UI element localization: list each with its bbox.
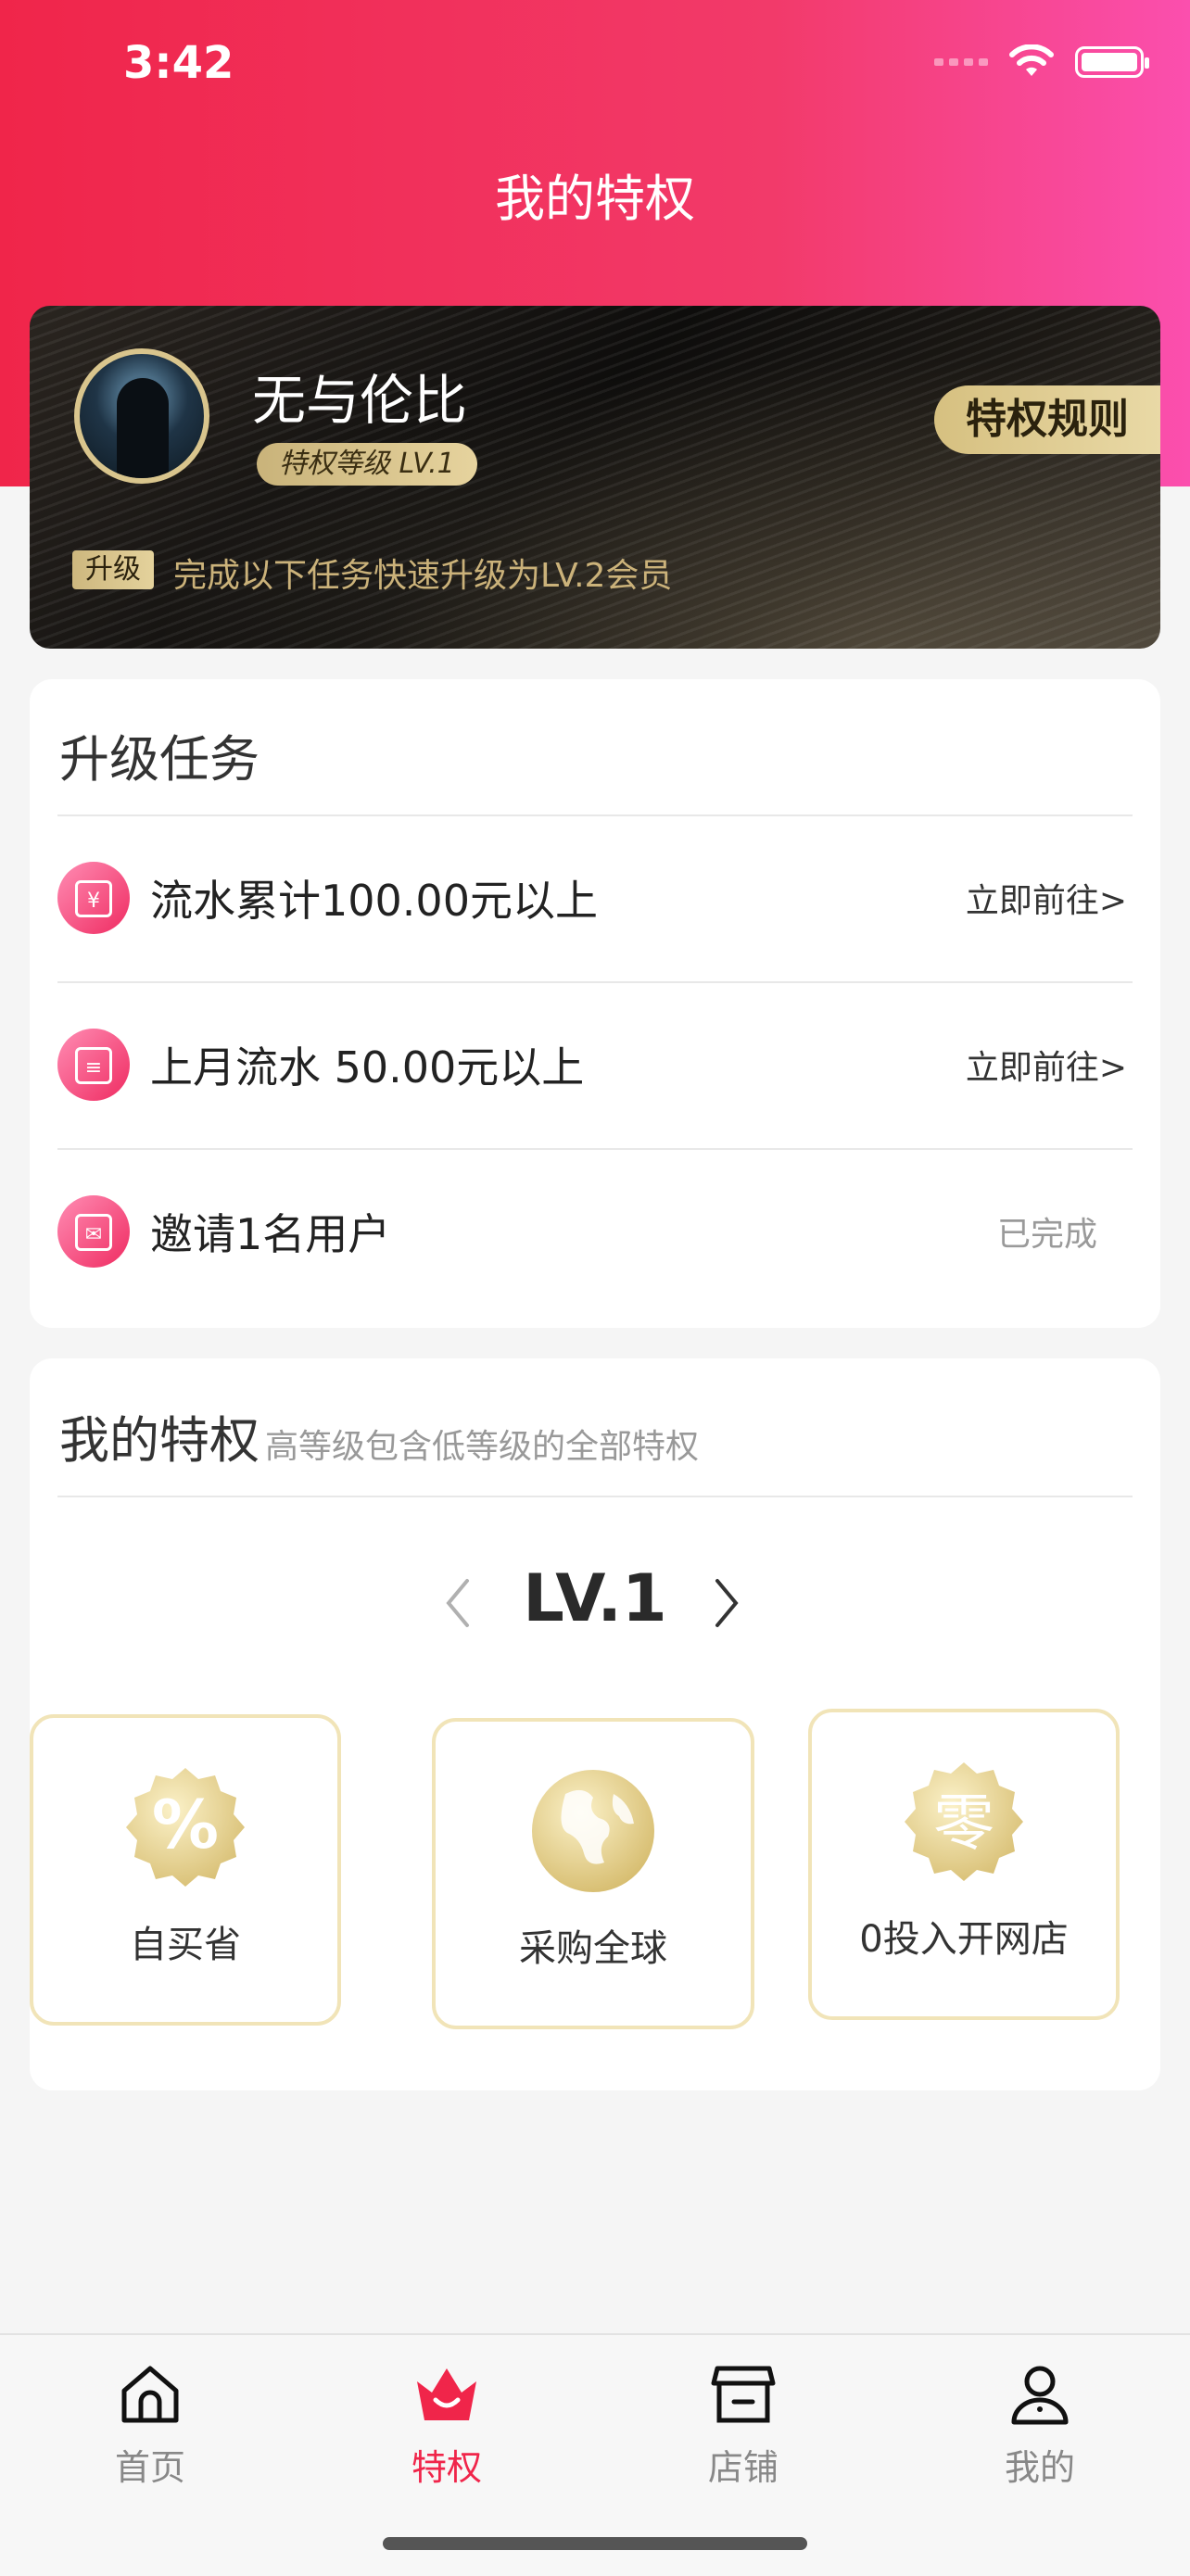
task-go-button[interactable]: 立即前往>	[966, 874, 1127, 922]
yuan-icon: ¥	[57, 862, 130, 934]
zero-badge-icon: 零	[905, 1762, 1023, 1881]
tab-label: 特权	[411, 2447, 482, 2488]
invite-icon: ✉	[57, 1195, 130, 1268]
crown-icon	[417, 2368, 476, 2420]
privilege-label: 自买省	[130, 1924, 241, 1966]
signal-icon	[934, 58, 988, 66]
tab-label: 首页	[114, 2447, 185, 2488]
tab-label: 我的	[1004, 2447, 1075, 2488]
upgrade-tasks-title: 升级任务	[59, 730, 260, 789]
privileges-panel: 我的特权 高等级包含低等级的全部特权 LV.1 % 自买省 采购全球 零 0投入开…	[30, 1358, 1160, 2090]
task-row[interactable]: ≡ 上月流水 50.00元以上 立即前往>	[57, 983, 1133, 1146]
status-icons	[934, 44, 1149, 80]
task-row[interactable]: ¥ 流水累计100.00元以上 立即前往>	[57, 816, 1133, 979]
upgrade-tasks-panel: 升级任务 ¥ 流水累计100.00元以上 立即前往> ≡ 上月流水 50.00元…	[30, 679, 1160, 1328]
privilege-label: 0投入开网店	[859, 1918, 1069, 1961]
store-icon	[711, 2366, 776, 2423]
user-icon	[1011, 2366, 1069, 2425]
privileges-title-row: 我的特权 高等级包含低等级的全部特权	[59, 1399, 699, 1472]
username: 无与伦比	[252, 369, 468, 432]
percent-badge-icon: %	[126, 1768, 245, 1887]
receipt-icon: ≡	[57, 1029, 130, 1101]
svg-text:零: 零	[933, 1787, 994, 1859]
upgrade-tag: 升级	[72, 550, 154, 589]
task-row: ✉ 邀请1名用户 已完成	[57, 1150, 1133, 1313]
task-status: 已完成	[996, 1216, 1097, 1254]
member-card: 无与伦比 特权等级 LV.1 特权规则 升级 完成以下任务快速升级为LV.2会员	[30, 306, 1160, 649]
privilege-label: 采购全球	[519, 1927, 667, 1970]
task-label: 流水累计100.00元以上	[150, 876, 598, 926]
tab-store[interactable]: 店铺	[651, 2359, 836, 2490]
wifi-icon	[1009, 44, 1054, 76]
svg-text:%: %	[152, 1786, 219, 1863]
privileges-title: 我的特权	[59, 1411, 260, 1470]
home-icon	[121, 2366, 179, 2423]
chevron-right-icon[interactable]	[708, 1573, 745, 1633]
divider	[57, 1496, 1133, 1497]
privileges-subtitle: 高等级包含低等级的全部特权	[265, 1428, 700, 1466]
globe-icon	[532, 1770, 654, 1892]
level-badge: 特权等级 LV.1	[257, 443, 477, 486]
upgrade-hint: 完成以下任务快速升级为LV.2会员	[173, 557, 673, 595]
avatar[interactable]	[74, 348, 209, 484]
tab-label: 店铺	[707, 2447, 779, 2488]
status-time: 3:42	[123, 37, 234, 89]
level-title: LV.1	[523, 1560, 667, 1636]
task-go-button[interactable]: 立即前往>	[966, 1041, 1127, 1089]
home-indicator	[383, 2537, 807, 2550]
tab-home[interactable]: 首页	[57, 2359, 243, 2490]
privilege-rules-button[interactable]: 特权规则	[934, 385, 1160, 454]
tab-mine[interactable]: 我的	[947, 2359, 1133, 2490]
privilege-card[interactable]: 零 0投入开网店	[808, 1709, 1120, 2020]
task-label: 邀请1名用户	[150, 1209, 391, 1259]
privilege-card[interactable]: % 自买省	[30, 1714, 341, 2026]
battery-icon	[1075, 46, 1149, 78]
privilege-card[interactable]: 采购全球	[432, 1718, 754, 2029]
tab-privilege[interactable]: 特权	[354, 2359, 539, 2490]
page-title: 我的特权	[495, 170, 695, 228]
task-label: 上月流水 50.00元以上	[150, 1042, 585, 1092]
